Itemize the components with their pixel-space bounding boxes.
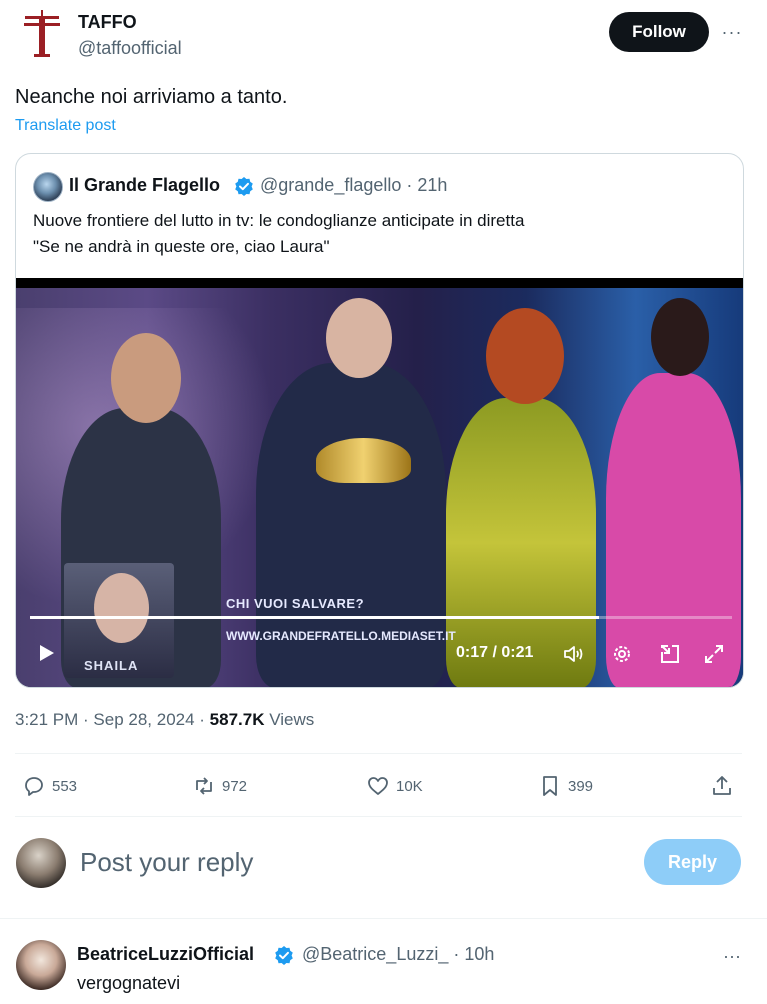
guest-head xyxy=(651,298,709,376)
quoted-text-line: Nuove frontiere del lutto in tv: le cond… xyxy=(33,211,525,230)
follow-button[interactable]: Follow xyxy=(609,12,709,52)
fullscreen-expand-icon[interactable] xyxy=(702,642,726,666)
share-icon xyxy=(713,776,731,795)
post-time[interactable]: 3:21 PM · Sep 28, 2024 · xyxy=(15,710,210,729)
post-text: Neanche noi arriviamo a tanto. xyxy=(15,86,288,108)
translate-post-link[interactable]: Translate post xyxy=(15,117,116,135)
picture-in-picture-icon[interactable] xyxy=(658,642,682,666)
current-user-avatar[interactable] xyxy=(16,838,66,888)
share-action[interactable] xyxy=(710,770,734,802)
video-player[interactable]: CHI VUOI SALVARE? WWW.GRANDEFRATELLO.MED… xyxy=(16,278,743,687)
video-overlay-site: WWW.GRANDEFRATELLO.MEDIASET.IT xyxy=(226,629,456,643)
action-bar: 553 972 10K 399 xyxy=(0,770,767,802)
reply-icon xyxy=(25,777,43,796)
video-time: 0:17 / 0:21 xyxy=(456,644,534,661)
post-timestamp[interactable]: 3:21 PM · Sep 28, 2024 · 587.7K Views xyxy=(15,710,314,730)
bookmark-action[interactable]: 399 xyxy=(538,770,593,802)
views-label: Views xyxy=(264,710,315,729)
verified-badge-icon xyxy=(275,946,293,965)
comment-text: vergognatevi xyxy=(77,973,181,993)
quoted-post-text: Nuove frontiere del lutto in tv: le cond… xyxy=(33,208,524,260)
quoted-author-meta[interactable]: @grande_flagello · 21h xyxy=(260,175,447,196)
quoted-post[interactable]: Il Grande Flagello @grande_flagello · 21… xyxy=(15,153,744,688)
settings-gear-icon[interactable] xyxy=(610,642,634,666)
repost-count: 972 xyxy=(222,777,248,795)
reply-button[interactable]: Reply xyxy=(644,839,741,885)
video-progress-fill xyxy=(30,616,599,619)
repost-icon xyxy=(196,777,212,795)
quoted-text-line: "Se ne andrà in queste ore, ciao Laura" xyxy=(33,237,330,256)
commenter-avatar[interactable] xyxy=(16,940,66,990)
author-name[interactable]: TAFFO xyxy=(78,12,137,33)
divider xyxy=(15,753,742,754)
divider xyxy=(15,816,742,817)
taffo-logo-avatar[interactable] xyxy=(22,10,62,60)
video-overlay-name: SHAILA xyxy=(84,658,139,673)
post-header: TAFFO @taffoofficial Follow ··· xyxy=(0,0,767,70)
more-options-icon[interactable]: ··· xyxy=(718,20,746,44)
reply-input[interactable]: Post your reply xyxy=(80,847,253,878)
quoted-author-avatar[interactable] xyxy=(33,172,63,202)
quoted-author-name[interactable]: Il Grande Flagello xyxy=(69,175,220,196)
reply-count: 553 xyxy=(52,777,78,795)
views-count: 587.7K xyxy=(209,710,265,729)
author-handle[interactable]: @taffoofficial xyxy=(78,38,182,59)
guest-head xyxy=(486,308,564,404)
divider xyxy=(0,918,767,919)
reply-action[interactable]: 553 xyxy=(22,770,77,802)
like-action[interactable]: 10K xyxy=(366,770,423,802)
video-overlay-question: CHI VUOI SALVARE? xyxy=(226,596,365,611)
host-head xyxy=(326,298,392,378)
repost-action[interactable]: 972 xyxy=(192,770,247,802)
bookmark-icon xyxy=(543,776,557,796)
bookmark-count: 399 xyxy=(568,777,594,795)
volume-icon[interactable] xyxy=(562,642,586,666)
commenter-name[interactable]: BeatriceLuzziOfficial xyxy=(77,944,254,965)
trophy xyxy=(316,438,411,483)
play-icon[interactable] xyxy=(36,643,56,663)
video-progress-bar[interactable] xyxy=(30,616,732,619)
comment-more-options-icon[interactable]: ··· xyxy=(718,944,746,968)
guest-figure-pink-suit xyxy=(606,373,741,687)
verified-badge-icon xyxy=(235,177,253,196)
heart-icon xyxy=(368,777,388,795)
like-count: 10K xyxy=(396,777,423,795)
commenter-meta[interactable]: @Beatrice_Luzzi_ · 10h xyxy=(302,944,494,965)
video-frame xyxy=(16,288,743,687)
contestant-face xyxy=(94,573,149,643)
presenter-head xyxy=(111,333,181,423)
video-top-bar xyxy=(16,278,743,288)
